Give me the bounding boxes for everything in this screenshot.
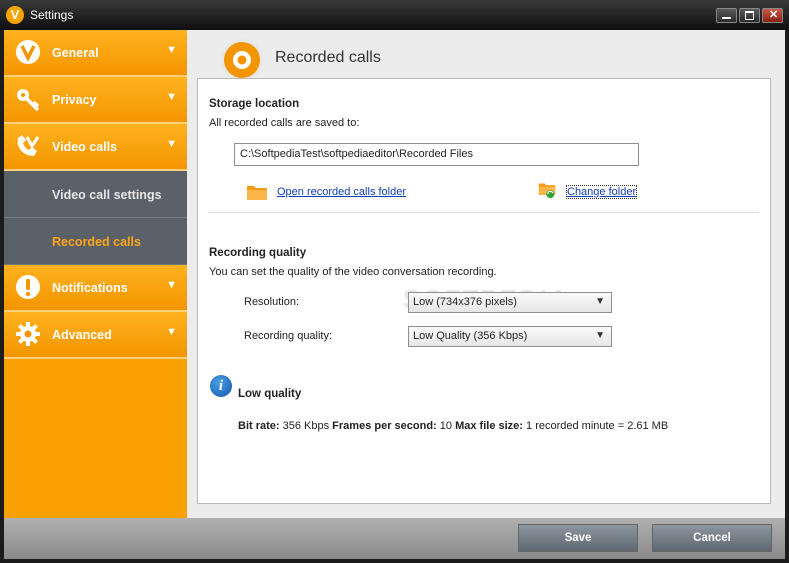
resolution-select[interactable]: Low (734x376 pixels) ▼ [408,292,612,313]
app-logo-icon: V [6,6,24,24]
max-size-label: Max file size: [455,420,523,432]
close-button[interactable]: ✕ [762,8,783,23]
sidebar-item-video-calls[interactable]: Video calls ▼ [4,124,187,171]
open-folder-link[interactable]: Open recorded calls folder [277,186,406,198]
settings-panel: SOFTPEDIA Storage location All recorded … [197,78,771,504]
fps-label: Frames per second: [332,420,437,432]
sidebar: General ▼ Privacy ▼ Video calls ▼ Video … [4,30,195,518]
resolution-value: Low (734x376 pixels) [413,296,517,308]
quality-stats: Bit rate: 356 Kbps Frames per second: 10… [238,420,668,432]
exclamation-icon [16,275,40,299]
content-area: Recorded calls SOFTPEDIA Storage locatio… [187,30,785,518]
chevron-down-icon: ▼ [166,44,177,56]
sidebar-item-label: Advanced [52,328,112,342]
video-calls-icon [17,135,40,156]
info-title: Low quality [238,388,302,400]
storage-title: Storage location [209,98,300,110]
settings-window: V Settings ✕ General ▼ Privacy ▼ Video c… [0,0,789,563]
section-divider [208,212,759,213]
gear-icon [16,322,40,346]
sidebar-item-label: Notifications [52,281,128,295]
sidebar-item-label: General [52,46,99,60]
page-title: Recorded calls [275,49,381,66]
save-button[interactable]: Save [518,524,638,552]
footer-bar: Save Cancel [4,518,785,559]
key-icon [17,89,40,112]
sidebar-item-label: Video calls [52,140,118,154]
chevron-down-icon: ▼ [595,296,605,307]
resolution-label: Resolution: [244,296,300,308]
change-folder-icon [538,183,556,199]
chevron-down-icon: ▼ [166,279,177,291]
v-logo-icon [16,40,40,64]
cancel-button[interactable]: Cancel [652,524,772,552]
change-folder-link[interactable]: Change folder [565,185,638,199]
sidebar-item-label: Privacy [52,93,97,107]
client-area: General ▼ Privacy ▼ Video calls ▼ Video … [4,30,785,559]
storage-path-field[interactable]: C:\SoftpediaTest\softpediaeditor\Recorde… [234,143,639,166]
recording-quality-label: Recording quality: [244,330,333,342]
quality-description: You can set the quality of the video con… [209,266,497,278]
sidebar-subitem-recorded-calls[interactable]: Recorded calls [4,218,195,265]
sidebar-subitem-video-call-settings[interactable]: Video call settings [4,171,187,218]
sidebar-item-advanced[interactable]: Advanced ▼ [4,312,187,359]
sidebar-item-general[interactable]: General ▼ [4,30,187,77]
max-size-value: 1 recorded minute = 2.61 MB [526,420,669,432]
bitrate-label: Bit rate: [238,420,280,432]
sidebar-item-notifications[interactable]: Notifications ▼ [4,265,187,312]
fps-value: 10 [439,420,453,432]
recording-quality-select[interactable]: Low Quality (356 Kbps) ▼ [408,326,612,347]
chevron-down-icon: ▼ [166,138,177,150]
chevron-down-icon: ▼ [595,330,605,341]
sidebar-subitem-label: Recorded calls [52,235,141,249]
maximize-button[interactable] [739,8,760,23]
quality-title: Recording quality [209,247,307,259]
sidebar-subitem-label: Video call settings [52,188,162,202]
chevron-down-icon: ▼ [166,91,177,103]
info-icon: i [210,375,232,397]
window-title: Settings [30,8,74,22]
recording-quality-value: Low Quality (356 Kbps) [413,330,528,342]
title-bar[interactable]: V Settings ✕ [0,0,789,30]
folder-icon [247,186,267,200]
bitrate-value: 356 Kbps [282,420,330,432]
record-icon [221,39,263,81]
storage-description: All recorded calls are saved to: [209,117,360,129]
chevron-down-icon: ▼ [166,326,177,338]
sidebar-item-privacy[interactable]: Privacy ▼ [4,77,187,124]
minimize-button[interactable] [716,8,737,23]
